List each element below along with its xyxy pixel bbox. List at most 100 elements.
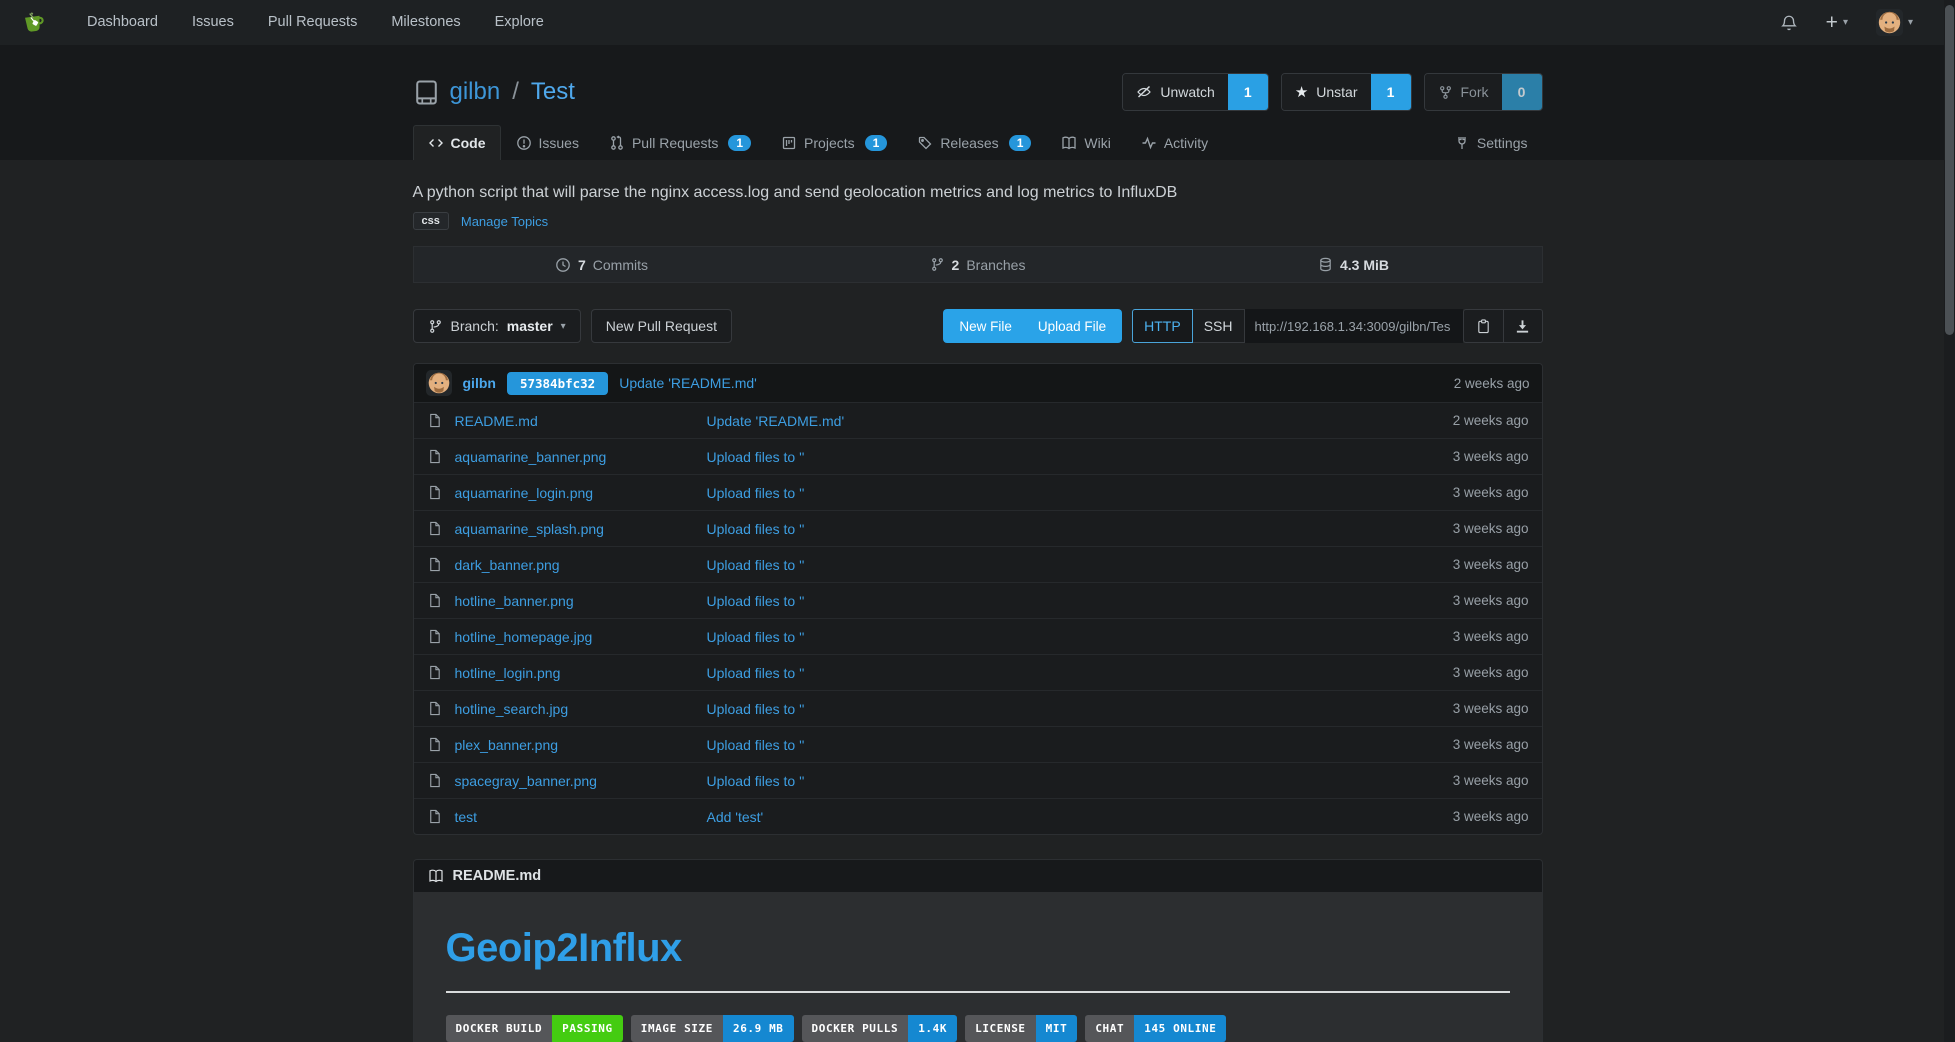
tab-settings[interactable]: Settings bbox=[1439, 125, 1543, 160]
badge-value: MIT bbox=[1036, 1015, 1078, 1042]
file-name-link[interactable]: hotline_login.png bbox=[455, 665, 707, 681]
file-commit-link[interactable]: Upload files to '' bbox=[707, 737, 1399, 753]
readme-title: Geoip2Influx bbox=[446, 926, 1510, 971]
file-commit-link[interactable]: Upload files to '' bbox=[707, 485, 1399, 501]
license-badge[interactable]: LICENSE MIT bbox=[965, 1015, 1077, 1042]
topic-tag-css[interactable]: css bbox=[413, 212, 449, 230]
repo-description: A python script that will parse the ngin… bbox=[413, 184, 1543, 202]
unstar-button[interactable]: ★ Unstar bbox=[1282, 74, 1371, 110]
file-commit-link[interactable]: Upload files to '' bbox=[707, 773, 1399, 789]
docker-build-badge[interactable]: DOCKER BUILD PASSING bbox=[446, 1015, 623, 1042]
tab-issues[interactable]: Issues bbox=[501, 125, 594, 160]
file-age: 3 weeks ago bbox=[1399, 485, 1529, 500]
notifications-bell-icon[interactable] bbox=[1780, 14, 1798, 32]
branch-name: master bbox=[507, 318, 553, 334]
file-commit-link[interactable]: Upload files to '' bbox=[707, 593, 1399, 609]
repo-size-stat[interactable]: 4.3 MiB bbox=[1166, 247, 1542, 282]
tab-wiki[interactable]: Wiki bbox=[1046, 125, 1125, 160]
nav-dashboard[interactable]: Dashboard bbox=[70, 0, 175, 45]
database-icon bbox=[1318, 257, 1333, 272]
nav-pull-requests[interactable]: Pull Requests bbox=[251, 0, 374, 45]
file-name-link[interactable]: dark_banner.png bbox=[455, 557, 707, 573]
new-file-button[interactable]: New File bbox=[946, 319, 1025, 334]
file-commit-link[interactable]: Upload files to '' bbox=[707, 449, 1399, 465]
repo-title: gilbn / Test bbox=[413, 78, 575, 106]
manage-topics-link[interactable]: Manage Topics bbox=[461, 214, 548, 229]
file-name-link[interactable]: hotline_banner.png bbox=[455, 593, 707, 609]
commits-label: Commits bbox=[593, 257, 648, 273]
repo-name-link[interactable]: Test bbox=[531, 78, 575, 106]
scrollbar-thumb[interactable] bbox=[1945, 5, 1954, 335]
download-button[interactable] bbox=[1503, 309, 1543, 343]
chat-badge[interactable]: CHAT 145 ONLINE bbox=[1085, 1015, 1226, 1042]
fork-label: Fork bbox=[1461, 84, 1489, 100]
fork-button[interactable]: Fork bbox=[1425, 74, 1502, 110]
top-navbar: Dashboard Issues Pull Requests Milestone… bbox=[0, 0, 1955, 45]
tab-pull-requests-label: Pull Requests bbox=[632, 135, 718, 151]
chevron-down-icon: ▾ bbox=[561, 321, 566, 332]
docker-pulls-badge[interactable]: DOCKER PULLS 1.4K bbox=[802, 1015, 958, 1042]
commit-author-link[interactable]: gilbn bbox=[463, 375, 496, 391]
commit-age: 2 weeks ago bbox=[1454, 376, 1530, 391]
gitea-logo-icon[interactable] bbox=[20, 9, 48, 37]
file-name-link[interactable]: hotline_search.jpg bbox=[455, 701, 707, 717]
file-age: 3 weeks ago bbox=[1399, 701, 1529, 716]
tab-projects[interactable]: Projects 1 bbox=[766, 125, 902, 160]
commit-author-avatar[interactable] bbox=[426, 370, 452, 396]
commits-count: 7 bbox=[578, 257, 586, 273]
tab-pull-requests[interactable]: Pull Requests 1 bbox=[594, 125, 766, 160]
stars-count[interactable]: 1 bbox=[1371, 74, 1411, 110]
unwatch-button[interactable]: Unwatch bbox=[1123, 74, 1227, 110]
upload-file-button[interactable]: Upload File bbox=[1025, 319, 1119, 334]
file-name-link[interactable]: hotline_homepage.jpg bbox=[455, 629, 707, 645]
forks-count[interactable]: 0 bbox=[1502, 74, 1542, 110]
nav-milestones[interactable]: Milestones bbox=[374, 0, 477, 45]
page-scrollbar[interactable] bbox=[1944, 0, 1955, 1042]
tab-code[interactable]: Code bbox=[413, 125, 501, 160]
ssh-protocol-button[interactable]: SSH bbox=[1193, 309, 1245, 343]
file-commit-link[interactable]: Upload files to '' bbox=[707, 521, 1399, 537]
file-commit-link[interactable]: Update 'README.md' bbox=[707, 413, 1399, 429]
file-commit-link[interactable]: Upload files to '' bbox=[707, 665, 1399, 681]
branches-stat[interactable]: 2 Branches bbox=[790, 247, 1166, 282]
file-name-link[interactable]: README.md bbox=[455, 413, 707, 429]
repo-separator: / bbox=[512, 78, 519, 106]
nav-issues[interactable]: Issues bbox=[175, 0, 251, 45]
pull-request-icon bbox=[609, 135, 625, 151]
tab-releases-label: Releases bbox=[940, 135, 998, 151]
settings-wrench-icon bbox=[1454, 135, 1470, 151]
file-row: aquamarine_banner.png Upload files to ''… bbox=[414, 438, 1542, 474]
branch-selector[interactable]: Branch: master ▾ bbox=[413, 309, 581, 343]
user-menu[interactable]: ▾ bbox=[1876, 9, 1913, 36]
file-row: aquamarine_login.png Upload files to '' … bbox=[414, 474, 1542, 510]
watchers-count[interactable]: 1 bbox=[1228, 74, 1268, 110]
file-icon bbox=[427, 413, 442, 428]
file-row: README.md Update 'README.md' 2 weeks ago bbox=[414, 402, 1542, 438]
file-name-link[interactable]: test bbox=[455, 809, 707, 825]
file-commit-link[interactable]: Upload files to '' bbox=[707, 557, 1399, 573]
file-name-link[interactable]: plex_banner.png bbox=[455, 737, 707, 753]
clone-url-input[interactable] bbox=[1245, 309, 1463, 343]
copy-url-button[interactable] bbox=[1463, 309, 1503, 343]
commit-message-link[interactable]: Update 'README.md' bbox=[619, 375, 757, 391]
commit-hash-badge[interactable]: 57384bfc32 bbox=[507, 372, 608, 395]
file-name-link[interactable]: aquamarine_banner.png bbox=[455, 449, 707, 465]
new-pull-request-button[interactable]: New Pull Request bbox=[591, 309, 732, 343]
branch-icon bbox=[930, 257, 945, 272]
create-new-dropdown[interactable]: + ▾ bbox=[1826, 12, 1848, 33]
file-commit-link[interactable]: Upload files to '' bbox=[707, 629, 1399, 645]
file-name-link[interactable]: aquamarine_splash.png bbox=[455, 521, 707, 537]
tab-releases[interactable]: Releases 1 bbox=[902, 125, 1046, 160]
http-protocol-button[interactable]: HTTP bbox=[1132, 309, 1193, 343]
file-commit-link[interactable]: Upload files to '' bbox=[707, 701, 1399, 717]
file-commit-link[interactable]: Add 'test' bbox=[707, 809, 1399, 825]
image-size-badge[interactable]: IMAGE SIZE 26.9 MB bbox=[631, 1015, 794, 1042]
nav-explore[interactable]: Explore bbox=[478, 0, 561, 45]
commits-stat[interactable]: 7 Commits bbox=[414, 247, 790, 282]
tab-activity[interactable]: Activity bbox=[1126, 125, 1223, 160]
file-name-link[interactable]: aquamarine_login.png bbox=[455, 485, 707, 501]
code-icon bbox=[428, 135, 444, 151]
repo-owner-link[interactable]: gilbn bbox=[450, 78, 501, 106]
file-name-link[interactable]: spacegray_banner.png bbox=[455, 773, 707, 789]
tab-issues-label: Issues bbox=[539, 135, 579, 151]
